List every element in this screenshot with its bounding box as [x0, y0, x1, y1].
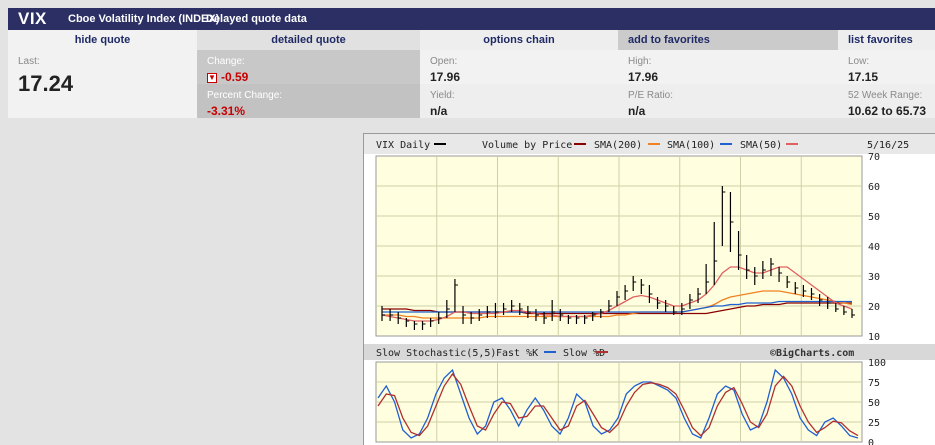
- y-tick-label: 60: [868, 182, 880, 193]
- change-value: -0.59: [221, 70, 249, 84]
- open-cell: Open: 17.96: [420, 50, 618, 84]
- chart-date: 5/16/25: [867, 140, 909, 151]
- change-label: Change:: [207, 56, 245, 67]
- y-tick-label: 20: [868, 302, 880, 313]
- percent-change-value: -3.31%: [207, 104, 246, 118]
- pe-ratio-value: n/a: [628, 104, 646, 118]
- high-value: 17.96: [628, 70, 659, 84]
- price-chart: VIX Daily Volume by Price SMA(200) SMA(100)…: [363, 133, 935, 445]
- stoch-title: Slow Stochastic(5,5): [376, 348, 496, 359]
- 52-week-range-label: 52 Week Range:: [848, 90, 923, 101]
- detailed-quote-link[interactable]: detailed quote: [197, 30, 420, 50]
- down-arrow-icon: ▼: [207, 72, 217, 83]
- y-tick-label: 70: [868, 152, 880, 163]
- change-row: ▼ -0.59: [207, 70, 420, 84]
- options-chain-link[interactable]: options chain: [420, 30, 618, 50]
- chart-title: VIX Daily: [376, 140, 430, 151]
- y-tick-label: 40: [868, 242, 880, 253]
- stoch-y-tick-label: 50: [868, 398, 880, 409]
- legend-label: SMA(200): [594, 140, 642, 151]
- open-value: 17.96: [430, 70, 461, 84]
- yield-cell: Yield: n/a: [420, 84, 618, 118]
- stoch-y-tick-label: 0: [868, 438, 874, 445]
- low-value: 17.15: [848, 70, 879, 84]
- y-tick-label: 10: [868, 332, 880, 343]
- 52-week-range-value: 10.62 to 65.73: [848, 104, 927, 118]
- open-label: Open:: [430, 56, 458, 67]
- chart-svg: VIX Daily Volume by Price SMA(200) SMA(100)…: [364, 134, 935, 445]
- ticker-symbol: VIX: [18, 9, 47, 28]
- legend-label: SMA(100): [667, 140, 715, 151]
- quote-header: VIX Cboe Volatility Index (INDEX) Delaye…: [8, 8, 935, 30]
- high-cell: High: 17.96: [618, 50, 838, 84]
- last-price-cell: Last: 17.24: [8, 50, 197, 118]
- pe-ratio-label: P/E Ratio:: [628, 90, 674, 101]
- stoch-y-tick-label: 75: [868, 378, 880, 389]
- high-label: High:: [628, 56, 652, 67]
- watermark: ©BigCharts.com: [770, 347, 854, 359]
- legend-label: Volume by Price: [482, 140, 572, 151]
- delay-notice: Delayed quote data: [206, 13, 307, 25]
- list-favorites-link[interactable]: list favorites: [838, 30, 935, 50]
- low-cell: Low: 17.15: [838, 50, 935, 84]
- pe-ratio-cell: P/E Ratio: n/a: [618, 84, 838, 118]
- legend-label: Slow %D: [563, 348, 605, 359]
- legend-label: Fast %K: [496, 348, 538, 359]
- percent-change-label: Percent Change:: [207, 90, 283, 101]
- hide-quote-link[interactable]: hide quote: [8, 30, 197, 50]
- yield-label: Yield:: [430, 90, 455, 101]
- security-name: Cboe Volatility Index (INDEX): [68, 13, 220, 25]
- change-cell: Change: ▼ -0.59: [197, 50, 420, 84]
- yield-value: n/a: [430, 104, 448, 118]
- stoch-y-tick-label: 100: [868, 358, 886, 369]
- percent-change-cell: Percent Change: -3.31%: [197, 84, 420, 118]
- stoch-y-tick-label: 25: [868, 418, 880, 429]
- y-tick-label: 50: [868, 212, 880, 223]
- add-to-favorites-link[interactable]: add to favorites: [618, 30, 838, 50]
- legend-label: SMA(50): [740, 140, 782, 151]
- last-label: Last:: [18, 56, 40, 67]
- last-price: 17.24: [18, 71, 74, 96]
- low-label: Low:: [848, 56, 870, 67]
- y-tick-label: 30: [868, 272, 880, 283]
- 52-week-range-cell: 52 Week Range: 10.62 to 65.73: [838, 84, 935, 118]
